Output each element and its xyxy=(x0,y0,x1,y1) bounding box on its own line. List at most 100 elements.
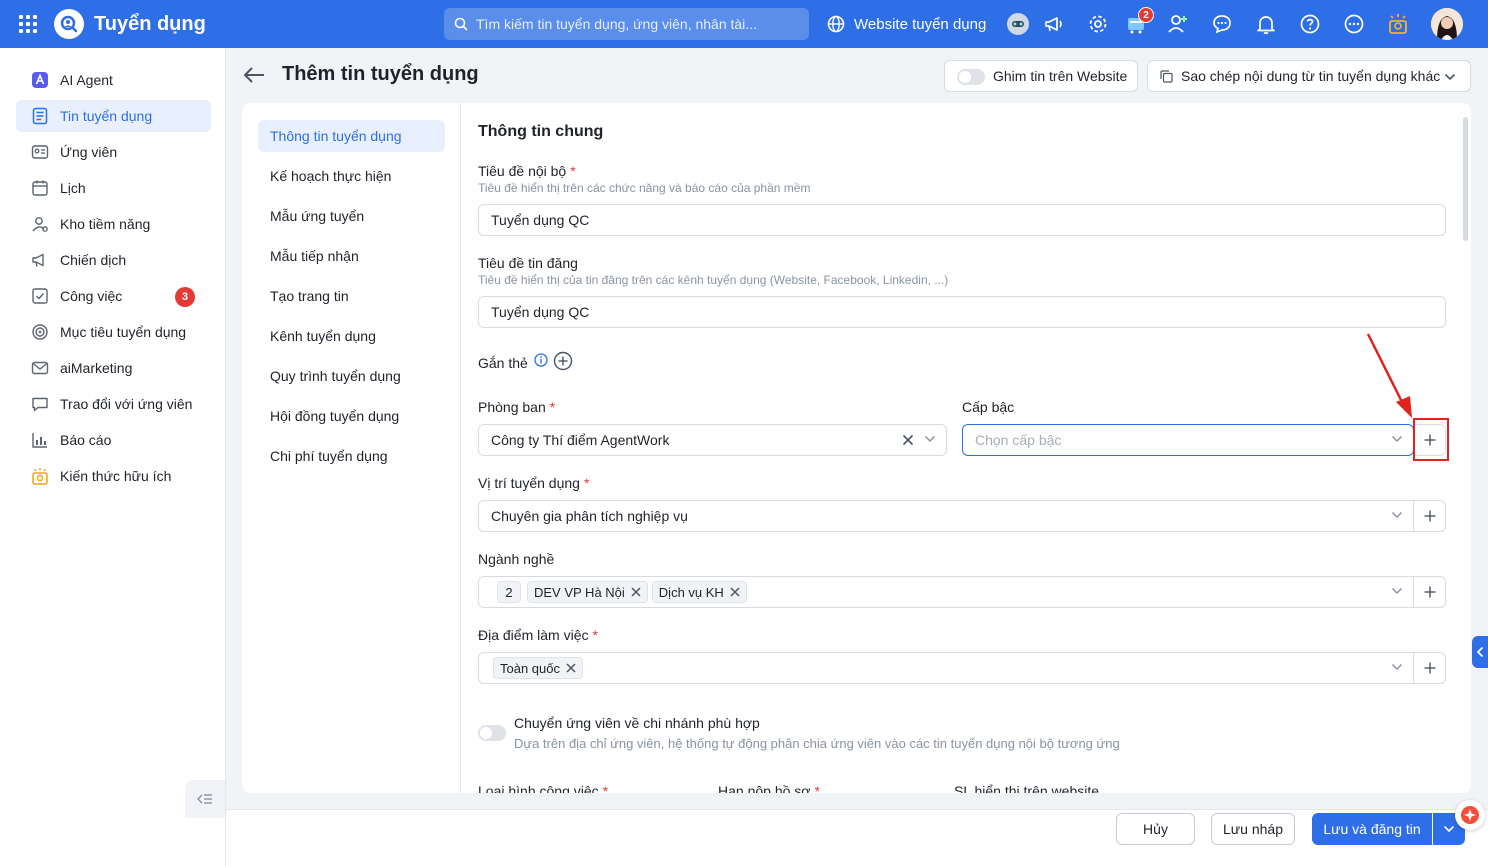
add-location-button[interactable] xyxy=(1413,652,1445,684)
app-grid-icon[interactable] xyxy=(18,14,38,34)
sidebar-item-candidate-chat[interactable]: Trao đổi với ứng viên xyxy=(16,388,211,420)
copy-from-other-post-dropdown[interactable]: Sao chép nội dung từ tin tuyển dụng khác xyxy=(1147,60,1471,92)
add-position-button[interactable] xyxy=(1413,500,1445,532)
side-panel-tab[interactable] xyxy=(1472,636,1488,668)
level-select[interactable]: Chọn cấp bậc xyxy=(962,424,1414,456)
collapse-sidebar-button[interactable] xyxy=(185,780,225,818)
knowledge-lightbulb-icon[interactable] xyxy=(1386,12,1410,36)
internal-title-hint: Tiêu đề hiển thị trên các chức năng và b… xyxy=(478,181,811,195)
chevron-down-icon xyxy=(1391,511,1403,519)
assistant-fab[interactable] xyxy=(1455,800,1485,830)
industry-select[interactable]: 2 DEV VP Hà Nội Dịch vụ KH xyxy=(478,576,1446,608)
step-costs[interactable]: Chi phí tuyển dụng xyxy=(258,440,445,472)
internal-title-input[interactable]: Tuyển dụng QC xyxy=(478,204,1446,236)
location-label: Địa điểm làm việc * xyxy=(478,627,598,643)
sparkle-icon xyxy=(1461,806,1479,824)
step-plan[interactable]: Kế hoạch thực hiện xyxy=(258,160,445,192)
chevron-down-icon xyxy=(1391,435,1403,443)
job-type-label: Loại hình công việc * xyxy=(478,783,609,793)
industry-label: Ngành nghề xyxy=(478,551,555,567)
sidebar-item-recruit-goals[interactable]: Mục tiêu tuyển dụng xyxy=(16,316,211,348)
sidebar-item-label: AI Agent xyxy=(60,72,113,88)
search-input[interactable]: Tìm kiếm tin tuyển dụng, ứng viên, nhân … xyxy=(444,8,809,40)
step-process[interactable]: Quy trình tuyển dụng xyxy=(258,360,445,392)
sidebar-item-label: Lịch xyxy=(60,180,86,196)
chevron-left-icon xyxy=(1476,646,1484,658)
step-committee[interactable]: Hội đồng tuyển dụng xyxy=(258,400,445,432)
page-title: Thêm tin tuyển dụng xyxy=(282,63,479,85)
sidebar-item-reports[interactable]: Báo cáo xyxy=(16,424,211,456)
info-icon[interactable] xyxy=(534,353,548,367)
sidebar-item-talent-pool[interactable]: Kho tiềm năng xyxy=(16,208,211,240)
sidebar-item-campaigns[interactable]: Chiến dịch xyxy=(16,244,211,276)
bot-avatar-icon[interactable] xyxy=(1006,12,1030,36)
sidebar-item-candidates[interactable]: Ứng viên xyxy=(16,136,211,168)
top-bar: Tuyển dụng Tìm kiếm tin tuyển dụng, ứng … xyxy=(0,0,1488,48)
pin-on-website-toggle[interactable]: Ghim tin trên Website xyxy=(944,60,1138,92)
sidebar-item-tasks[interactable]: Công việc 3 xyxy=(16,280,211,312)
step-intake-form[interactable]: Mẫu tiếp nhận xyxy=(258,240,445,272)
step-channels[interactable]: Kênh tuyển dụng xyxy=(258,320,445,352)
chip-close-icon[interactable] xyxy=(566,663,576,673)
industry-count: 2 xyxy=(497,581,521,603)
step-create-page[interactable]: Tạo trang tin xyxy=(258,280,445,312)
chevron-down-icon xyxy=(1391,663,1403,671)
back-arrow-icon[interactable] xyxy=(242,63,266,90)
task-count-badge: 3 xyxy=(175,287,195,307)
clear-icon[interactable] xyxy=(902,434,914,446)
chip-close-icon[interactable] xyxy=(631,587,641,597)
chip-close-icon[interactable] xyxy=(730,587,740,597)
add-tag-icon[interactable] xyxy=(553,351,573,371)
department-select[interactable]: Công ty Thí điểm AgentWork xyxy=(478,424,947,456)
position-select[interactable]: Chuyên gia phân tích nghiệp vụ xyxy=(478,500,1446,532)
plus-icon xyxy=(1424,586,1435,598)
copy-icon xyxy=(1160,70,1173,83)
talent-pool-icon xyxy=(32,217,48,232)
more-options-icon[interactable] xyxy=(1342,12,1366,36)
search-placeholder: Tìm kiếm tin tuyển dụng, ứng viên, nhân … xyxy=(476,16,757,32)
save-and-publish-button[interactable]: Lưu và đăng tin xyxy=(1312,813,1432,845)
location-select[interactable]: Toàn quốc xyxy=(478,652,1446,684)
sidebar-item-label: Báo cáo xyxy=(60,432,112,448)
help-icon[interactable] xyxy=(1298,12,1322,36)
sidebar-item-aimarketing[interactable]: aiMarketing xyxy=(16,352,211,384)
sidebar-item-calendar[interactable]: Lịch xyxy=(16,172,211,204)
target-icon xyxy=(32,324,48,340)
add-industry-button[interactable] xyxy=(1413,576,1445,608)
location-chip: Toàn quốc xyxy=(493,657,583,679)
messages-icon[interactable] xyxy=(1210,12,1234,36)
position-value: Chuyên gia phân tích nghiệp vụ xyxy=(491,508,688,524)
internal-title-label: Tiêu đề nội bộ * xyxy=(478,163,576,179)
user-avatar[interactable] xyxy=(1431,8,1463,40)
add-user-icon[interactable] xyxy=(1166,12,1190,36)
level-label: Cấp bậc xyxy=(962,399,1015,415)
candidate-icon xyxy=(31,145,49,159)
sidebar-item-knowledge[interactable]: Kiến thức hữu ích xyxy=(16,460,211,492)
highlight-box xyxy=(1413,418,1449,461)
post-title-input[interactable]: Tuyển dụng QC xyxy=(478,296,1446,328)
post-title-hint: Tiêu đề hiển thị của tin đăng trên các k… xyxy=(478,273,949,287)
save-draft-button[interactable]: Lưu nháp xyxy=(1211,813,1295,845)
industry-chip: DEV VP Hà Nội xyxy=(527,581,648,603)
megaphone-icon[interactable] xyxy=(1042,12,1066,36)
sidebar-item-ai-agent[interactable]: AI Agent xyxy=(16,64,211,96)
form-scrollbar[interactable] xyxy=(1463,117,1468,241)
sidebar-item-job-posts[interactable]: Tin tuyển dụng xyxy=(16,100,211,132)
cancel-button[interactable]: Hủy xyxy=(1116,813,1195,845)
step-job-info[interactable]: Thông tin tuyển dụng xyxy=(258,120,445,152)
post-title-label: Tiêu đề tin đăng xyxy=(478,255,578,271)
website-link[interactable]: Website tuyển dụng xyxy=(826,14,986,34)
chat-icon xyxy=(32,397,48,412)
cart-badge: 2 xyxy=(1138,7,1154,23)
settings-gear-icon[interactable] xyxy=(1086,12,1110,36)
branch-toggle-switch[interactable] xyxy=(478,725,506,741)
report-icon xyxy=(32,433,47,448)
website-label: Website tuyển dụng xyxy=(854,15,987,33)
sidebar: AI Agent Tin tuyển dụng Ứng viên Lịch Kh… xyxy=(0,48,226,866)
pin-toggle-switch[interactable] xyxy=(957,69,985,85)
notification-bell-icon[interactable] xyxy=(1254,12,1278,36)
step-application-form[interactable]: Mẫu ứng tuyển xyxy=(258,200,445,232)
mail-icon xyxy=(31,361,49,375)
section-title: Thông tin chung xyxy=(478,123,604,140)
form-card: Thông tin tuyển dụng Kế hoạch thực hiện … xyxy=(242,103,1471,793)
